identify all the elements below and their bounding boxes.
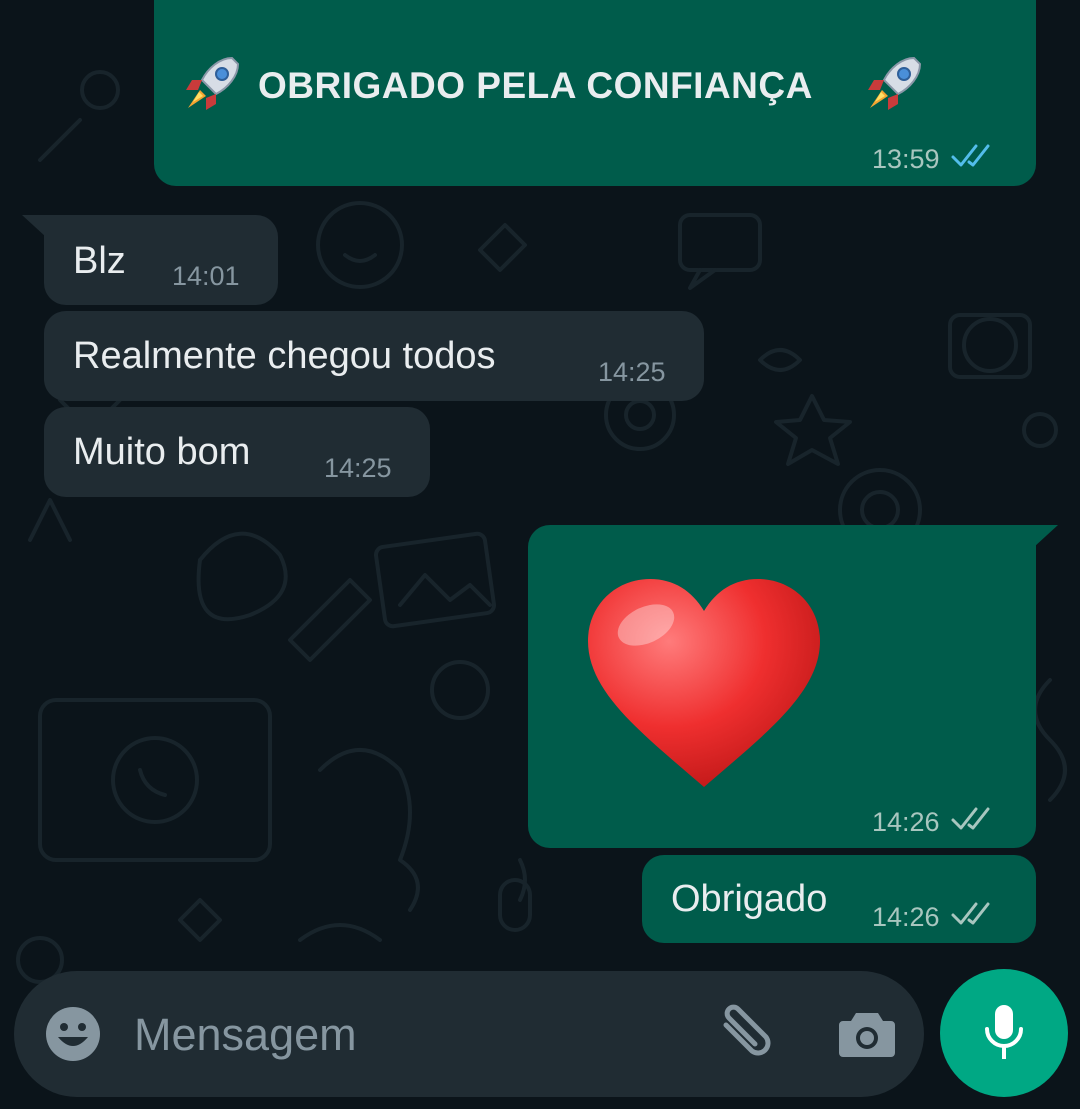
message-time: 13:59 [872,143,940,174]
message-text: Muito bom [73,431,251,473]
message-meta: 14:01 [172,261,240,291]
message-composer: Mensagem [14,971,924,1097]
message-text: Realmente chegou todos [73,335,496,377]
message-time: 14:26 [872,901,940,932]
message-bubble-outgoing[interactable]: Obrigado 14:26 [642,855,1036,943]
delivered-double-check-icon [950,805,996,838]
delivered-double-check-icon [950,900,996,933]
message-text: Obrigado [671,878,828,920]
read-double-check-icon [950,142,996,175]
camera-icon[interactable] [838,1009,896,1064]
message-time: 14:25 [598,357,666,387]
rocket-emoji-icon [862,50,928,121]
message-bubble-incoming[interactable]: Muito bom 14:25 [44,407,430,497]
message-meta: 13:59 [872,142,996,175]
message-bubble-incoming[interactable]: Blz 14:01 [22,215,278,305]
emoji-icon[interactable] [44,1005,102,1068]
red-heart-emoji-icon [584,575,824,798]
bubble-tail [1034,525,1058,547]
message-meta: 14:25 [598,357,666,387]
message-bubble-incoming[interactable]: Realmente chegou todos 14:25 [44,311,704,401]
message-time: 14:26 [872,806,940,837]
microphone-icon [982,1003,1026,1068]
message-time: 14:01 [172,261,240,291]
message-meta: 14:26 [872,900,996,933]
bubble-tail [22,215,46,237]
voice-message-button[interactable] [940,969,1068,1097]
message-time: 14:25 [324,453,392,483]
message-bubble-outgoing[interactable]: 14:26 [528,525,1058,848]
message-text: Blz [73,240,126,282]
message-meta: 14:25 [324,453,392,483]
message-input[interactable]: Mensagem [134,1011,357,1059]
paperclip-icon[interactable] [714,1003,780,1070]
rocket-emoji-icon [180,50,246,121]
message-bubble-outgoing[interactable]: OBRIGADO PELA CONFIANÇA 13:59 [154,0,1036,186]
message-text: OBRIGADO PELA CONFIANÇA [258,65,813,106]
message-meta: 14:26 [872,805,996,838]
